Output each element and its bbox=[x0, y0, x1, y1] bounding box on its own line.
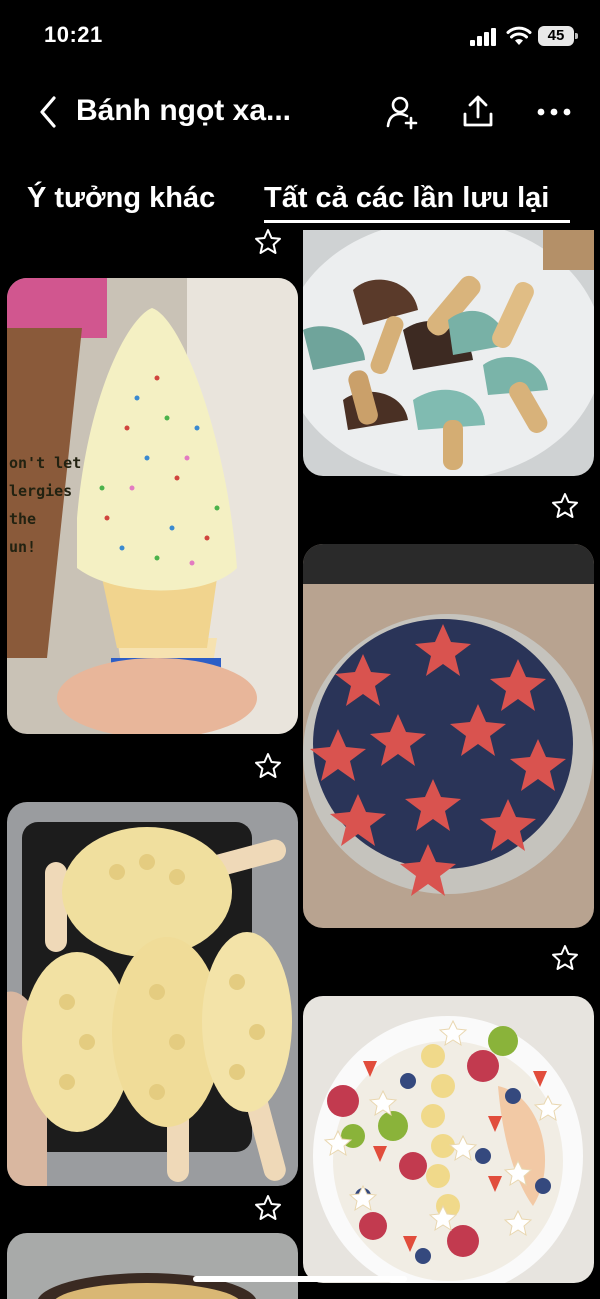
svg-text:on't let: on't let bbox=[9, 454, 81, 472]
more-options-icon[interactable] bbox=[536, 94, 572, 130]
active-tab-underline bbox=[264, 220, 570, 223]
partial-pin-image bbox=[7, 1233, 298, 1299]
tab-more-ideas[interactable]: Ý tưởng khác bbox=[27, 182, 215, 215]
tab-all-saves[interactable]: Tất cả các lần lưu lại bbox=[264, 182, 549, 215]
save-star-icon[interactable] bbox=[254, 228, 282, 256]
back-chevron-icon[interactable] bbox=[34, 94, 64, 130]
fruit-bowl-image bbox=[303, 996, 594, 1283]
home-indicator[interactable] bbox=[193, 1276, 407, 1282]
save-star-icon[interactable] bbox=[551, 492, 579, 520]
pin-watermelon-stars[interactable] bbox=[303, 544, 594, 928]
pin-partial[interactable] bbox=[7, 1233, 298, 1299]
save-star-icon[interactable] bbox=[254, 1194, 282, 1222]
battery-icon: 45 bbox=[538, 26, 578, 46]
pin-ice-cream-cone[interactable]: on't let lergies the un! bbox=[7, 278, 298, 734]
cellular-signal-icon bbox=[470, 28, 496, 46]
board-tabs: Ý tưởng khác Tất cả các lần lưu lại bbox=[0, 176, 600, 226]
svg-text:lergies: lergies bbox=[9, 482, 72, 500]
pin-fruit-bowl[interactable] bbox=[303, 996, 594, 1283]
save-star-icon[interactable] bbox=[254, 752, 282, 780]
ice-cream-cone-image: on't let lergies the un! bbox=[7, 278, 298, 734]
board-header: Bánh ngọt xa... bbox=[0, 80, 600, 144]
save-star-icon[interactable] bbox=[551, 944, 579, 972]
share-upload-icon[interactable] bbox=[460, 94, 496, 130]
add-collaborator-icon[interactable] bbox=[384, 94, 420, 130]
svg-text:un!: un! bbox=[9, 538, 36, 556]
board-title: Bánh ngọt xa... bbox=[76, 94, 292, 127]
svg-text:the: the bbox=[9, 510, 36, 528]
status-bar: 10:21 45 bbox=[0, 0, 600, 72]
wifi-icon bbox=[506, 26, 532, 45]
pin-durian-popsicles[interactable] bbox=[7, 802, 298, 1186]
pin-mushroom-cookies[interactable] bbox=[303, 230, 594, 476]
status-time: 10:21 bbox=[44, 22, 103, 47]
watermelon-stars-image bbox=[303, 544, 594, 928]
mushroom-cookies-image bbox=[303, 230, 594, 476]
durian-popsicles-image bbox=[7, 802, 298, 1186]
